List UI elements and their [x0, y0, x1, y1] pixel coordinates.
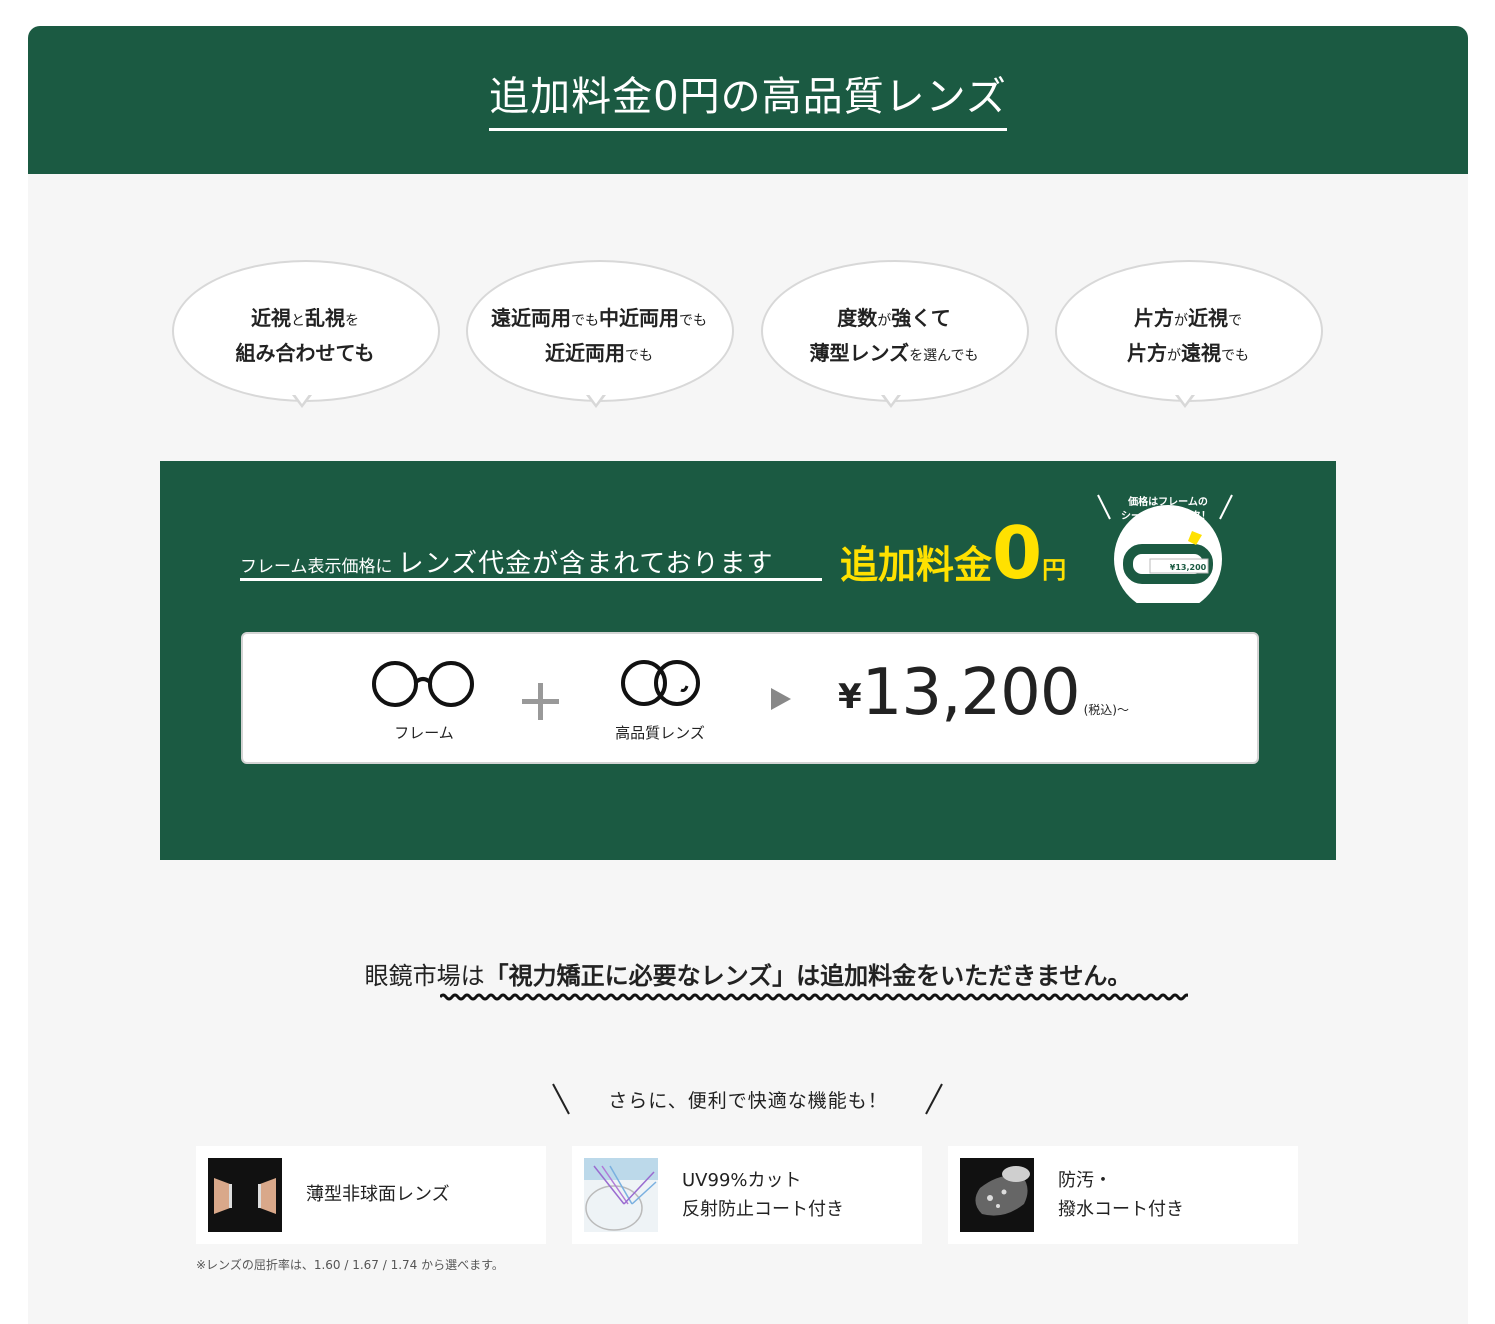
bubble-tail [586, 393, 606, 408]
bubble-text: 遠近両用でも中近両用でも 近近両用でも [491, 306, 707, 365]
feature-text: 薄型非球面レンズ [306, 1184, 450, 1205]
lens-section: 追加料金0円の高品質レンズ 近視と乱視を 組み合わせても 遠近両用でも中近両用で… [28, 26, 1468, 1324]
bubble-text: 度数が強くて 薄型レンズを選んでも [809, 306, 979, 365]
repellent-coat-lens-icon [960, 1158, 1034, 1232]
zero-yen-callout: 追加料金0円 [840, 511, 1067, 595]
speech-bubble-thin-lens: 度数が強くて 薄型レンズを選んでも [761, 260, 1029, 408]
price-formula-card: フレーム 高品質レンズ ¥13,200 (税込)～ [241, 632, 1259, 764]
lens-label: 高品質レンズ [615, 724, 705, 742]
arrow-right-icon [771, 688, 791, 710]
frame-label: フレーム [394, 724, 454, 742]
refractive-index-note: ※レンズの屈折率は、1.60 / 1.67 / 1.74 から選べます。 [196, 1258, 504, 1272]
plus-icon [522, 683, 559, 720]
bubble-tail [292, 393, 312, 408]
speech-bubble-myopia-astigmatism: 近視と乱視を 組み合わせても [172, 260, 440, 408]
bubble-tail [1175, 393, 1195, 408]
bubble-text: 片方が近視で 片方が遠視でも [1127, 306, 1249, 365]
promo-lead: フレーム表示価格に レンズ代金が含まれております [240, 549, 774, 579]
feature-water-repellent: 防汚・ 撥水コート付き [948, 1146, 1298, 1244]
feature-thin-aspheric: 薄型非球面レンズ [196, 1146, 546, 1244]
features-heading: さらに、便利で快適な機能も！ [608, 1090, 888, 1112]
price-seal-badge: 価格はフレームの シールをチェック！ ¥13,200 [1097, 494, 1233, 603]
wavy-underline [440, 993, 1188, 1001]
price-promo-box: フレーム表示価格に レンズ代金が含まれております 追加料金0円 価格はフレームの… [160, 461, 1336, 860]
thin-lens-photo-icon [208, 1158, 282, 1232]
promo-underline [240, 578, 822, 581]
glasses-frame-icon [372, 661, 474, 707]
feature-uv-antireflective: UV99%カット 反射防止コート付き [572, 1146, 922, 1244]
lens-icon [621, 660, 700, 706]
seal-text-line1: 価格はフレームの [1127, 495, 1208, 508]
speech-bubble-progressive: 遠近両用でも中近両用でも 近近両用でも [466, 260, 734, 408]
section-title: 追加料金0円の高品質レンズ [28, 64, 1468, 131]
feature-text: 防汚・ 撥水コート付き [1058, 1170, 1184, 1220]
bubble-tail [881, 393, 901, 408]
seal-price: ¥13,200 [1170, 563, 1207, 572]
section-header: 追加料金0円の高品質レンズ [28, 26, 1468, 174]
seal-text-line2: シールをチェック！ [1121, 510, 1211, 522]
price-display: ¥13,200 (税込)～ [838, 656, 1129, 730]
uv-cut-lens-icon [584, 1158, 658, 1232]
speech-bubble-anisometropia: 片方が近視で 片方が遠視でも [1055, 260, 1323, 408]
no-extra-charge-statement: 眼鏡市場は「視力矯正に必要なレンズ」は追加料金をいただきません。 [364, 962, 1132, 990]
feature-text: UV99%カット 反射防止コート付き [682, 1170, 844, 1220]
bubble-text: 近視と乱視を 組み合わせても [235, 306, 375, 365]
